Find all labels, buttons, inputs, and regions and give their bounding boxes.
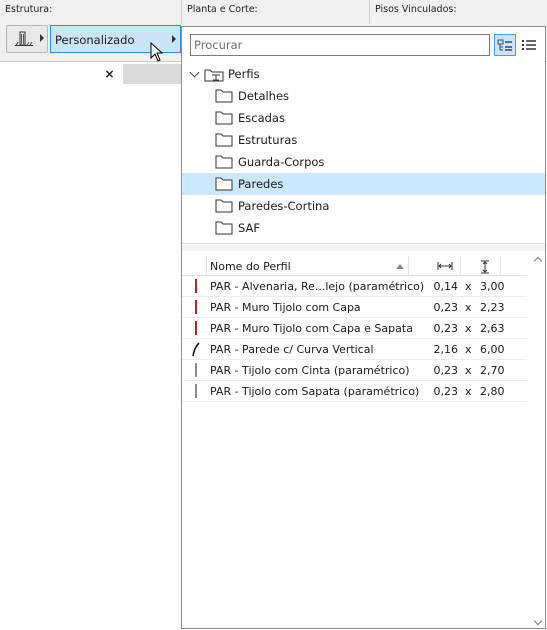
table-row[interactable]: PAR - Muro Tijolo com Capa e Sapata 0,23…: [182, 318, 527, 339]
column-divider: [460, 256, 461, 276]
dimension-separator: x: [465, 385, 472, 398]
width-icon[interactable]: [437, 260, 453, 272]
list-view-button[interactable]: [518, 34, 540, 56]
folder-icon: [215, 111, 233, 125]
expand-arrow-icon: [40, 34, 44, 42]
tree-folder-guarda-corpos[interactable]: Guarda-Corpos: [182, 151, 545, 173]
tree-folder-estruturas[interactable]: Estruturas: [182, 129, 545, 151]
table-scrollbar[interactable]: [531, 256, 545, 628]
curved-profile-icon: [192, 342, 200, 357]
profile-height: 2,23: [480, 301, 505, 314]
folder-label: Detalhes: [238, 89, 290, 103]
profile-color-swatch: [195, 321, 197, 335]
profile-color-swatch: [195, 300, 197, 314]
table-header: Nome do Perfil: [182, 256, 527, 276]
structure-type-button[interactable]: [6, 25, 48, 53]
profile-width: 0,23: [433, 385, 459, 398]
tree-folder-paredes[interactable]: Paredes: [182, 173, 545, 195]
folder-list-view-icon: [497, 39, 512, 51]
left-pane: [0, 62, 181, 630]
folder-icon: [215, 199, 233, 213]
folder-label: Escadas: [238, 111, 285, 125]
profile-color-swatch: [195, 384, 197, 398]
scroll-down-icon[interactable]: [533, 616, 543, 626]
column-divider: [500, 256, 501, 276]
scroll-up-icon[interactable]: [533, 256, 543, 266]
search-input[interactable]: Procurar: [190, 34, 490, 56]
folder-label: SAF: [238, 221, 260, 235]
sort-ascending-icon: [396, 264, 404, 269]
tree-folder-saf[interactable]: SAF: [182, 217, 545, 239]
collapse-chevron-icon[interactable]: [189, 67, 200, 78]
height-icon[interactable]: [479, 260, 491, 274]
folder-icon: [215, 155, 233, 169]
folder-icon: [215, 133, 233, 147]
personalizado-label: Personalizado: [55, 33, 135, 47]
profile-color-swatch: [195, 279, 197, 293]
column-divider: [408, 256, 409, 276]
profile-width: 2,16: [433, 343, 459, 356]
table-row[interactable]: PAR - Tijolo com Cinta (paramétrico) 0,2…: [182, 360, 527, 381]
tree-folder-detalhes[interactable]: Detalhes: [182, 85, 545, 107]
profile-height: 2,70: [480, 364, 505, 377]
profile-name: PAR - Muro Tijolo com Capa: [210, 301, 361, 314]
folder-icon: [215, 89, 233, 103]
column-header-name[interactable]: Nome do Perfil: [210, 260, 291, 273]
close-tab-button[interactable]: ×: [96, 64, 123, 84]
splitter-handle[interactable]: [182, 245, 545, 251]
folder-view-button[interactable]: [494, 34, 516, 56]
mouse-cursor-icon: [150, 42, 164, 62]
profile-height: 2,80: [480, 385, 505, 398]
table-row[interactable]: PAR - Tijolo com Sapata (paramétrico) 0,…: [182, 381, 527, 402]
folder-label: Paredes: [238, 177, 284, 191]
profile-height: 3,00: [480, 280, 505, 293]
profile-width: 0,23: [433, 364, 459, 377]
section-divider: [369, 0, 370, 24]
profile-folder-icon: [204, 69, 224, 82]
table-row[interactable]: PAR - Alvenaria, Re...lejo (paramétrico)…: [182, 276, 527, 297]
profile-name: PAR - Tijolo com Sapata (paramétrico): [210, 385, 420, 398]
tab-strip: [123, 64, 181, 84]
profile-name: PAR - Alvenaria, Re...lejo (paramétrico): [210, 280, 425, 293]
folder-label: Estruturas: [238, 133, 298, 147]
profile-name: PAR - Muro Tijolo com Capa e Sapata: [210, 322, 413, 335]
table-row[interactable]: PAR - Muro Tijolo com Capa 0,23 x 2,23: [182, 297, 527, 318]
dimension-separator: x: [465, 301, 472, 314]
folder-tree: Perfis Detalhes Escadas Estruturas Guard…: [182, 63, 545, 243]
folder-icon: [215, 177, 233, 191]
column-divider: [206, 256, 207, 276]
profile-height: 2,63: [480, 322, 505, 335]
profile-width: 0,14: [433, 280, 459, 293]
section-divider: [181, 0, 182, 24]
planta-corte-label: Planta e Corte:: [187, 4, 258, 15]
folder-label: Guarda-Corpos: [238, 155, 325, 169]
estrutura-label: Estrutura:: [5, 4, 53, 15]
app-root: Estrutura: Planta e Corte: Pisos Vincula…: [0, 0, 547, 630]
folder-icon: [215, 221, 233, 235]
expand-arrow-icon: [172, 35, 176, 43]
table-row[interactable]: PAR - Parede c/ Curva Vertical 2,16 x 6,…: [182, 339, 527, 360]
profile-structure-icon: [15, 31, 33, 46]
profile-height: 6,00: [480, 343, 505, 356]
profile-width: 0,23: [433, 322, 459, 335]
tree-root-label: Perfis: [228, 67, 260, 81]
profile-color-swatch: [195, 363, 197, 377]
tree-folder-escadas[interactable]: Escadas: [182, 107, 545, 129]
tree-folder-paredes-cortina[interactable]: Paredes-Cortina: [182, 195, 545, 217]
profile-width: 0,23: [433, 301, 459, 314]
search-placeholder: Procurar: [194, 38, 243, 52]
dimension-separator: x: [465, 343, 472, 356]
dimension-separator: x: [465, 364, 472, 377]
profile-picker-popup: Procurar Perfis Detalhes Escadas Estrutu…: [181, 26, 546, 629]
profile-name: PAR - Tijolo com Cinta (paramétrico): [210, 364, 410, 377]
dimension-separator: x: [465, 322, 472, 335]
tree-root-perfis[interactable]: Perfis: [182, 63, 545, 85]
folder-label: Paredes-Cortina: [238, 199, 330, 213]
pisos-vinculados-label: Pisos Vinculados:: [375, 4, 457, 15]
splitter-line: [182, 243, 545, 244]
list-view-icon: [522, 40, 536, 50]
profile-name: PAR - Parede c/ Curva Vertical: [210, 343, 374, 356]
dimension-separator: x: [465, 280, 472, 293]
